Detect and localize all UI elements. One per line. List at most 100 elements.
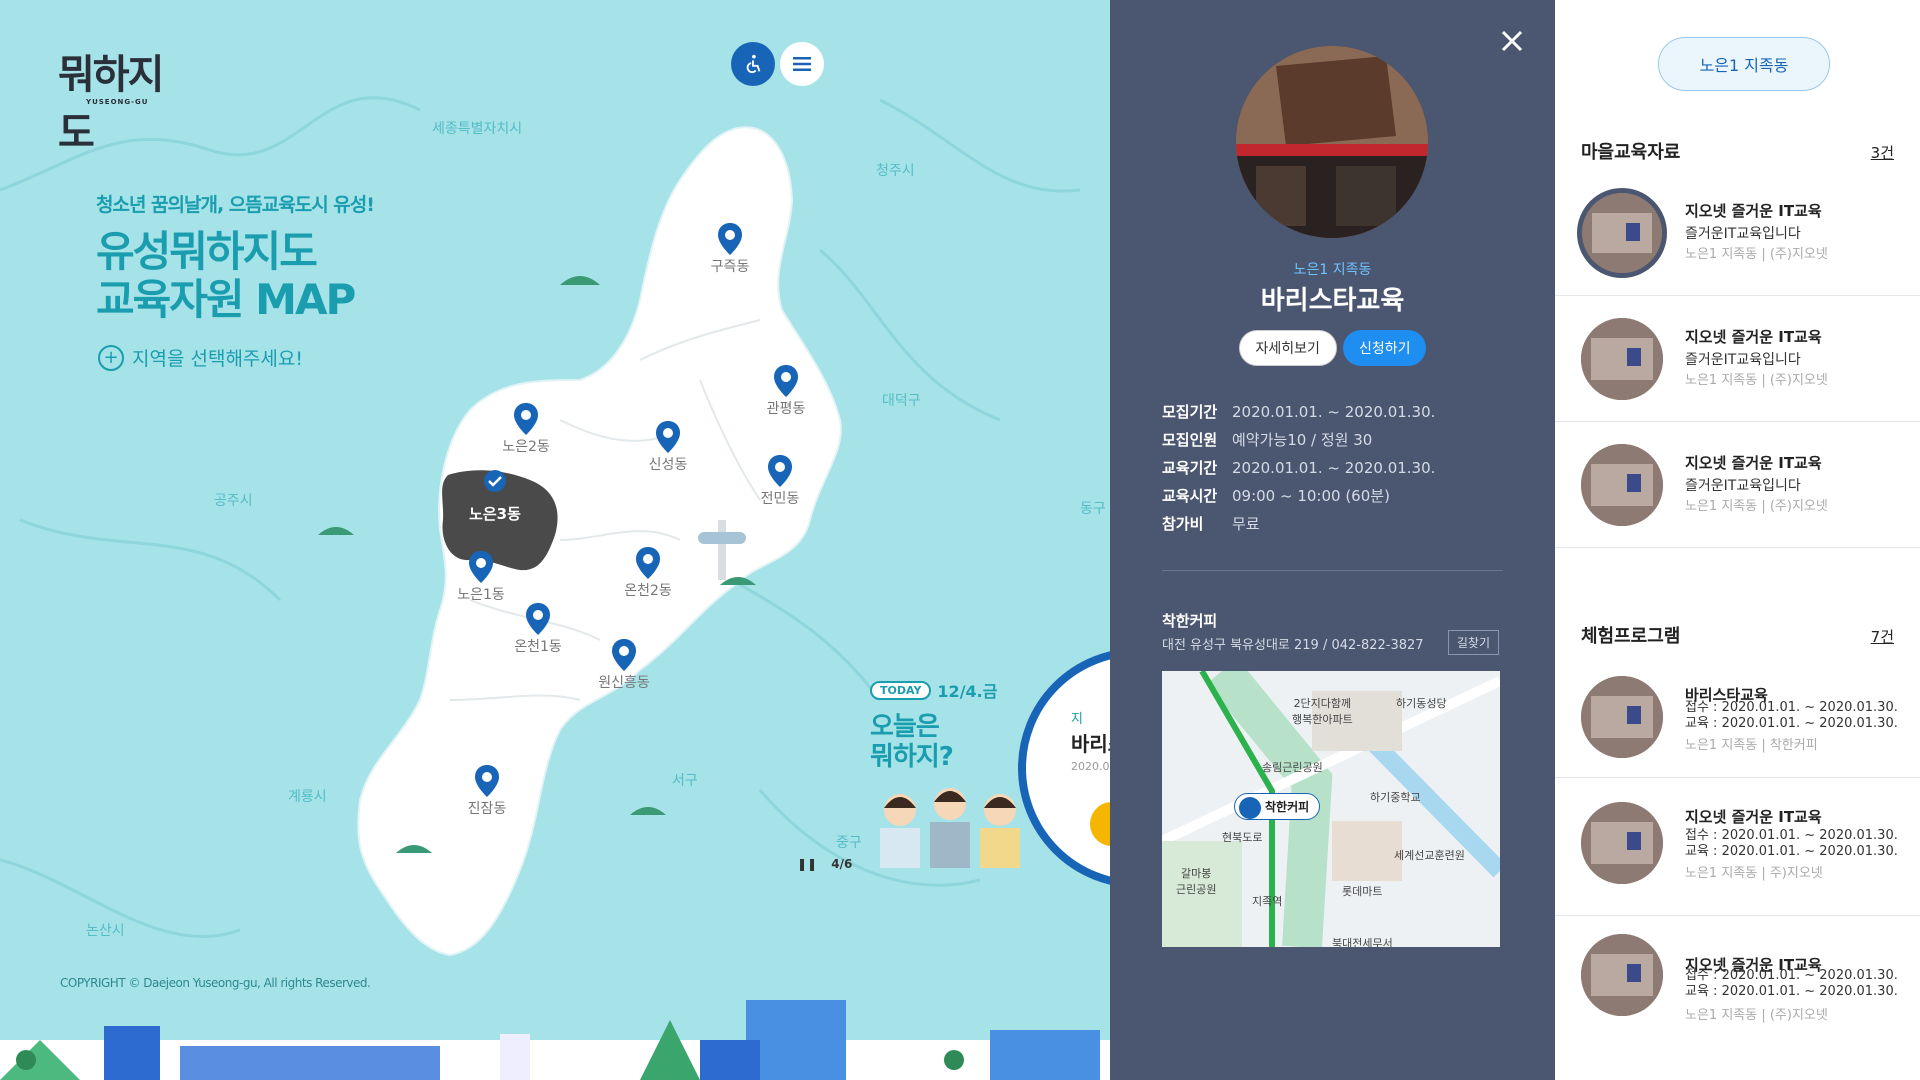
accessibility-button[interactable]: [731, 42, 775, 86]
item-desc: 즐거운IT교육입니다: [1685, 352, 1801, 368]
today-card-button[interactable]: [1090, 802, 1110, 846]
info-row: 모집인원 예약가능10 / 정원 30: [1162, 426, 1435, 454]
map-label-park1: 송림근린공원: [1262, 761, 1323, 774]
resource-list-panel: 노은1 지족동 마을교육자료 3건 지오넷 즐거운 IT교육 즐거운IT교육입니…: [1555, 0, 1920, 1080]
map-pin-icon[interactable]: [468, 550, 494, 584]
today-card-area: 지: [1071, 712, 1083, 727]
logo-subtext: YUSEONG-GU: [86, 98, 149, 106]
today-badge: TODAY: [870, 680, 932, 700]
list-item[interactable]: 바리스타교육 접수 : 2020.01.01. ~ 2020.01.30. 교육…: [1555, 654, 1920, 778]
map-pin-icon[interactable]: [611, 638, 637, 672]
site-logo[interactable]: 뭐하지도 YUSEONG-GU: [58, 42, 188, 156]
info-key: 참가비: [1162, 515, 1204, 533]
section2-title: 체험프로그램: [1581, 626, 1681, 647]
item-thumbnail: [1577, 188, 1667, 278]
dong-label-noeun3[interactable]: 노은3동: [469, 503, 521, 524]
section2-header: 체험프로그램 7건: [1581, 622, 1894, 648]
item-meta: 노은1 지족동 | (주)지오넷: [1685, 373, 1828, 388]
hamburger-menu-icon: [793, 57, 811, 71]
item-meta: 노은1 지족동 | 주)지오넷: [1685, 866, 1823, 881]
dong-label-jeonmin[interactable]: 전민동: [761, 488, 800, 508]
characters-illustration: [880, 788, 1020, 868]
list-item[interactable]: 지오넷 즐거운 IT교육 접수 : 2020.01.01. ~ 2020.01.…: [1555, 778, 1920, 916]
today-header: TODAY 12/4.금: [870, 678, 997, 702]
info-value: 예약가능10 / 정원 30: [1232, 431, 1373, 449]
map-pin-icon[interactable]: [635, 546, 661, 580]
list-item[interactable]: 지오넷 즐거운 IT교육 즐거운IT교육입니다 노은1 지족동 | (주)지오넷: [1555, 422, 1920, 548]
list-item[interactable]: 지오넷 즐거운 IT교육 즐거운IT교육입니다 노은1 지족동 | (주)지오넷: [1555, 170, 1920, 296]
map-marker-bubble[interactable]: 착한커피: [1234, 793, 1321, 820]
divider: [1162, 570, 1503, 571]
section1-count[interactable]: 3건: [1871, 142, 1894, 163]
dong-label-gwanpyeong[interactable]: 관평동: [767, 398, 806, 418]
map-pin-icon[interactable]: [655, 420, 681, 454]
today-card-date: 2020.01: [1071, 760, 1110, 773]
map-pin-icon[interactable]: [767, 454, 793, 488]
city-label-daedeok: 대덕구: [882, 393, 921, 409]
item-meta: 노은1 지족동 | 착한커피: [1685, 738, 1818, 753]
view-detail-button[interactable]: 자세히보기: [1238, 330, 1337, 366]
map-marker-label: 착한커피: [1265, 800, 1310, 814]
list-item[interactable]: 지오넷 즐거운 IT교육 접수 : 2020.01.01. ~ 2020.01.…: [1555, 916, 1920, 1056]
today-pager[interactable]: ❚❚ 4/6: [797, 857, 852, 871]
item-education-period: 교육 : 2020.01.01. ~ 2020.01.30.: [1685, 844, 1898, 859]
item-title: 지오넷 즐거운 IT교육: [1685, 328, 1822, 346]
hero-title: 유성뭐하지도 교육자원 MAP: [96, 228, 356, 324]
info-value: 09:00 ~ 10:00 (60분): [1232, 487, 1390, 505]
location-map[interactable]: 2단지다함께 행복한아파트 하기동성당 송림근린공원 하기중학교 현북도로 착한…: [1162, 671, 1500, 947]
directions-button[interactable]: 길찾기: [1447, 630, 1499, 655]
detail-area: 노은1 지족동: [1293, 262, 1372, 278]
map-label-tax: 북대전세무서: [1332, 937, 1393, 947]
map-pin-icon[interactable]: [513, 402, 539, 436]
dong-label-jinjam[interactable]: 진잠동: [468, 798, 507, 818]
section2-count[interactable]: 7건: [1871, 626, 1894, 647]
info-key: 모집기간: [1162, 403, 1218, 421]
detail-photo: [1236, 46, 1428, 238]
dong-label-oncheon2[interactable]: 온천2동: [624, 580, 672, 600]
apply-button[interactable]: 신청하기: [1342, 330, 1427, 366]
area-filter-pill[interactable]: 노은1 지족동: [1658, 37, 1830, 91]
item-thumbnail: [1581, 934, 1663, 1016]
dong-label-sinseong[interactable]: 신성동: [649, 454, 688, 474]
map-label-hagi-seodang: 하기동성당: [1396, 697, 1447, 710]
item-education-period: 교육 : 2020.01.01. ~ 2020.01.30.: [1685, 716, 1898, 731]
info-key: 모집인원: [1162, 431, 1218, 449]
dong-label-gujeuk[interactable]: 구즉동: [711, 256, 750, 276]
dong-label-noeun1[interactable]: 노은1동: [457, 584, 505, 604]
item-desc: 즐거운IT교육입니다: [1685, 478, 1801, 494]
item-reception-period: 접수 : 2020.01.01. ~ 2020.01.30.: [1685, 700, 1898, 715]
list-item[interactable]: 지오넷 즐거운 IT교육 즐거운IT교육입니다 노은1 지족동 | (주)지오넷: [1555, 296, 1920, 422]
pause-icon[interactable]: ❚❚: [797, 857, 817, 871]
dong-label-oncheon1[interactable]: 온천1동: [514, 636, 562, 656]
city-label-gongju: 공주시: [214, 493, 253, 509]
today-title-line2: 뭐하지?: [870, 742, 954, 772]
map-area: 뭐하지도 YUSEONG-GU 청소년 꿈의날개, 으뜸교육도시 유성! 유성뭐…: [0, 0, 1110, 1080]
dong-label-noeun2[interactable]: 노은2동: [502, 436, 550, 456]
close-icon[interactable]: [1497, 26, 1527, 56]
dong-label-wonsinheung[interactable]: 원신흥동: [598, 672, 650, 692]
map-pin-icon[interactable]: [773, 364, 799, 398]
today-title: 오늘은 뭐하지?: [870, 712, 954, 772]
map-label-school: 하기중학교: [1370, 791, 1421, 804]
item-thumbnail: [1581, 676, 1663, 758]
place-name: 착한커피: [1162, 612, 1218, 630]
item-reception-period: 접수 : 2020.01.01. ~ 2020.01.30.: [1685, 828, 1898, 843]
hero-slogan: 청소년 꿈의날개, 으뜸교육도시 유성!: [96, 194, 375, 216]
detail-info: 모집기간 2020.01.01. ~ 2020.01.30. 모집인원 예약가능10…: [1162, 398, 1435, 538]
info-row: 모집기간 2020.01.01. ~ 2020.01.30.: [1162, 398, 1435, 426]
map-pin-icon[interactable]: [717, 222, 743, 256]
item-meta: 노은1 지족동 | (주)지오넷: [1685, 1008, 1828, 1023]
detail-panel: 노은1 지족동 바리스타교육 자세히보기 신청하기 모집기간 2020.01.01…: [1110, 0, 1555, 1080]
map-pin-icon[interactable]: [525, 602, 551, 636]
info-row: 교육시간 09:00 ~ 10:00 (60분): [1162, 482, 1435, 510]
menu-button[interactable]: [780, 42, 824, 86]
map-pin-icon[interactable]: [474, 764, 500, 798]
item-meta: 노은1 지족동 | (주)지오넷: [1685, 247, 1828, 262]
info-value: 무료: [1232, 515, 1260, 533]
item-title: 지오넷 즐거운 IT교육: [1685, 202, 1822, 220]
storefront-photo: [1236, 46, 1428, 238]
city-label-donggu: 동구: [1080, 501, 1106, 517]
map-background: [0, 96, 1110, 1080]
select-region-hint: + 지역을 선택해주세요!: [98, 344, 303, 371]
place-address: 대전 유성구 북유성대로 219 / 042-822-3827: [1162, 638, 1424, 653]
